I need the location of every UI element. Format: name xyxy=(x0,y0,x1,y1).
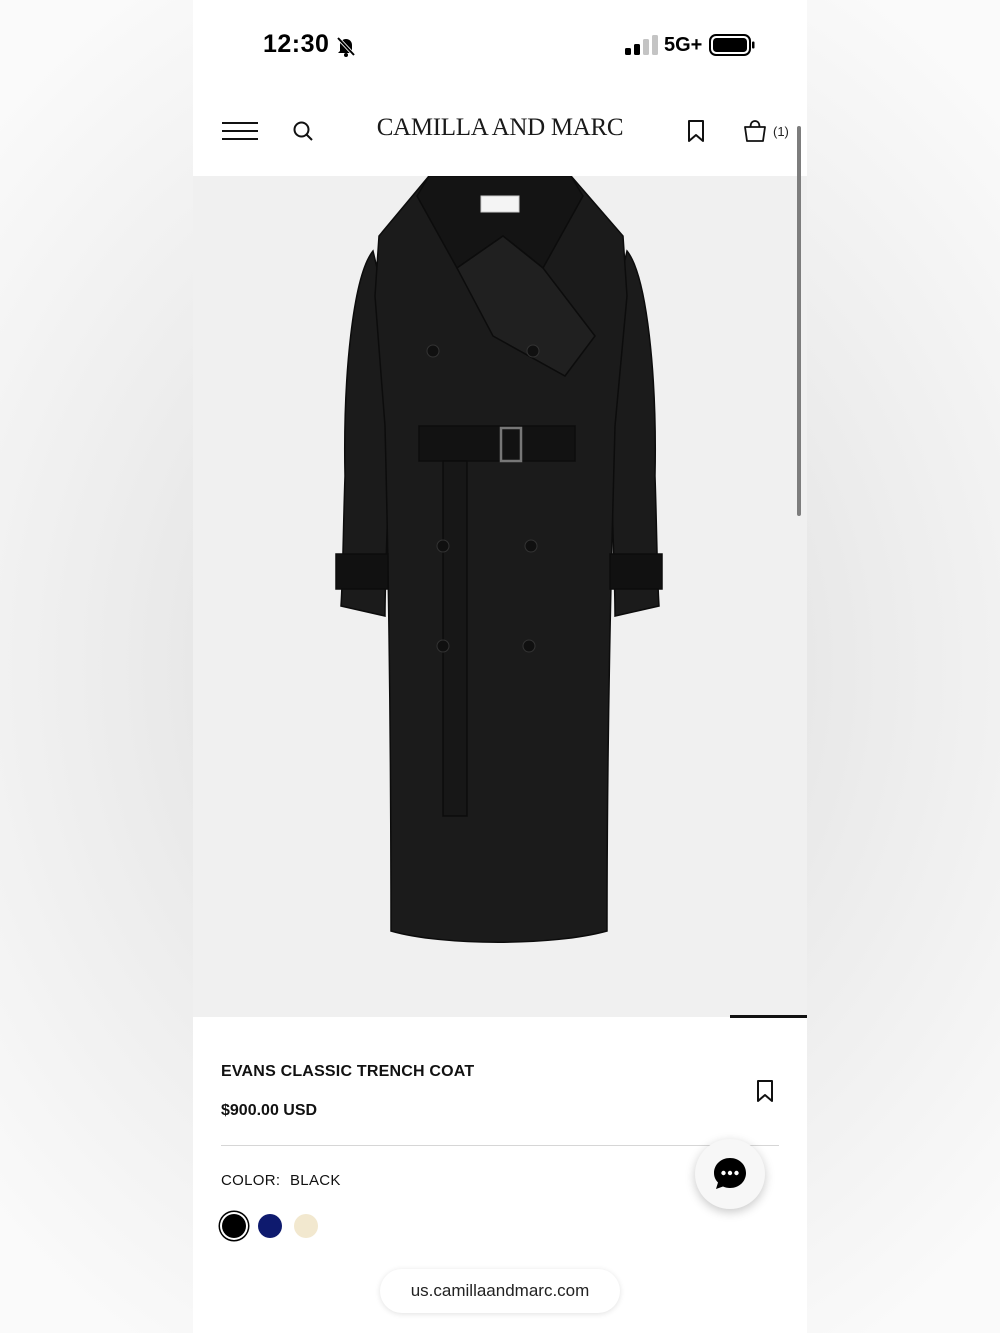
bookmark-icon[interactable] xyxy=(755,1079,775,1103)
chat-bubble-icon xyxy=(714,1158,746,1189)
bookmark-icon[interactable] xyxy=(685,119,707,143)
color-value: BLACK xyxy=(290,1172,341,1189)
divider xyxy=(221,1145,779,1146)
brand-logo[interactable]: CAMILLA AND MARC xyxy=(353,114,647,142)
color-swatch-black[interactable] xyxy=(222,1214,246,1238)
status-time: 12:30 xyxy=(263,30,330,58)
battery-icon xyxy=(709,34,755,56)
chat-button[interactable] xyxy=(695,1139,765,1209)
color-swatch-navy[interactable] xyxy=(258,1214,282,1238)
network-label: 5G+ xyxy=(664,34,703,56)
page-scrollbar[interactable] xyxy=(797,126,801,516)
carousel-indicator xyxy=(730,1015,807,1018)
trench-coat-image xyxy=(335,176,663,943)
shopping-bag-icon[interactable] xyxy=(743,119,767,143)
product-price: $900.00 USD xyxy=(221,1102,318,1119)
menu-icon[interactable] xyxy=(222,120,258,142)
phone-screen: 12:30 5G+ CAMILLA AND MARC (1) EVANS CLA… xyxy=(193,0,807,1333)
browser-url[interactable]: us.camillaandmarc.com xyxy=(380,1269,620,1313)
search-icon[interactable] xyxy=(292,120,314,142)
product-image[interactable] xyxy=(193,176,807,1017)
bag-count: (1) xyxy=(773,124,789,139)
color-label: COLOR: xyxy=(221,1172,281,1189)
product-title: EVANS CLASSIC TRENCH COAT xyxy=(221,1063,475,1080)
color-swatch-cream[interactable] xyxy=(294,1214,318,1238)
bell-slash-icon xyxy=(336,36,356,57)
signal-icon xyxy=(625,35,658,55)
